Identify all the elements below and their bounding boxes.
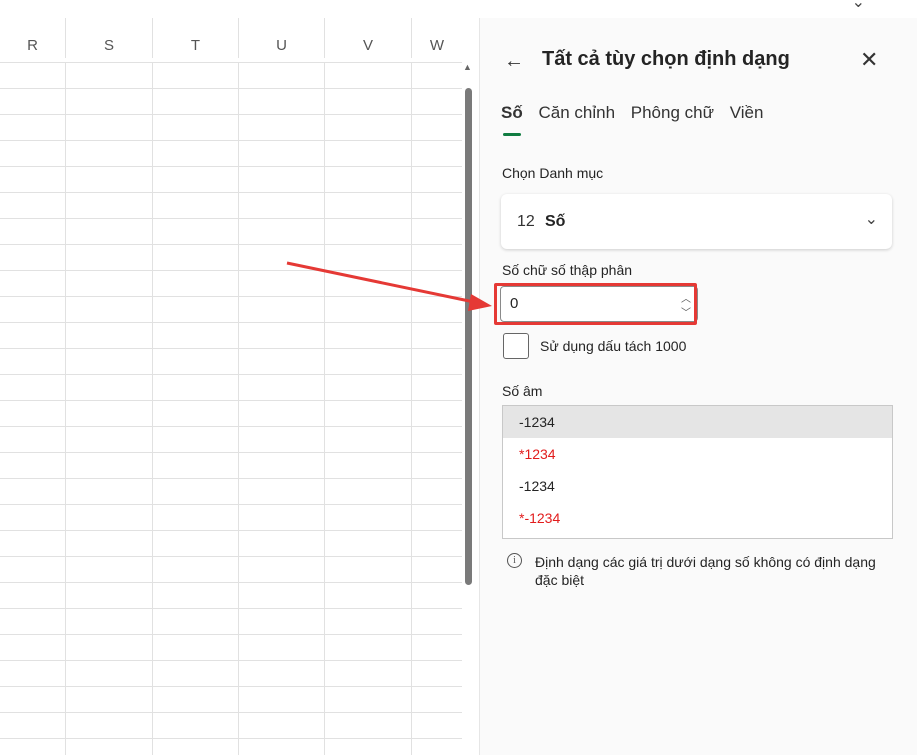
column-header-r[interactable]: R [0, 18, 66, 58]
tab-font[interactable]: Phông chữ [631, 103, 714, 123]
grid-line [0, 556, 462, 557]
number-format-icon: 12 [517, 213, 535, 230]
grid-line [0, 478, 462, 479]
format-description: Định dạng các giá trị dưới dạng số không… [535, 554, 876, 588]
thousands-separator-label[interactable]: Sử dụng dấu tách 1000 [540, 338, 686, 354]
grid-line [0, 608, 462, 609]
scroll-up-icon[interactable]: ▲ [463, 62, 472, 72]
category-label: Chọn Danh mục [502, 165, 604, 181]
chevron-down-icon: ⌄ [864, 211, 878, 228]
grid-line [0, 400, 462, 401]
chevron-down-icon[interactable]: ⌄ [852, 0, 865, 12]
active-tab-indicator [503, 133, 521, 136]
grid-line [0, 88, 462, 89]
grid-line [0, 322, 462, 323]
grid-line [0, 660, 462, 661]
grid-line [0, 504, 462, 505]
category-selected-value: Số [545, 213, 566, 230]
format-cells-pane: ← Tất cả tùy chọn định dạng ✕ Số Căn chỉ… [480, 18, 917, 755]
tab-alignment[interactable]: Căn chỉnh [538, 103, 615, 123]
grid-line [0, 114, 462, 115]
negative-numbers-label: Số âm [502, 383, 543, 399]
grid-line [0, 348, 462, 349]
grid-line [0, 738, 462, 739]
thousands-separator-checkbox[interactable] [503, 333, 529, 359]
format-tabs: Số Căn chỉnh Phông chữ Viền [501, 103, 774, 136]
list-item[interactable]: *1234 [503, 438, 892, 470]
list-item[interactable]: *-1234 [503, 502, 892, 534]
grid-line [0, 62, 462, 63]
pane-title: Tất cả tùy chọn định dạng [542, 48, 790, 70]
grid-line [0, 270, 462, 271]
tab-label: Số [501, 103, 523, 122]
decimal-places-label: Số chữ số thập phân [502, 262, 633, 278]
grid-line [0, 686, 462, 687]
column-header-t[interactable]: T [153, 18, 239, 58]
column-header-v[interactable]: V [325, 18, 412, 58]
column-headers: R S T U V W [0, 18, 462, 58]
cell-grid[interactable] [0, 62, 462, 755]
tab-border[interactable]: Viền [730, 103, 764, 123]
grid-line [0, 166, 462, 167]
grid-line [0, 582, 462, 583]
grid-line [0, 244, 462, 245]
grid-line [0, 140, 462, 141]
column-header-w[interactable]: W [412, 18, 462, 58]
scrollbar-thumb[interactable] [465, 88, 472, 585]
grid-line [0, 452, 462, 453]
list-item[interactable]: -1234 [503, 406, 892, 438]
close-icon[interactable]: ✕ [860, 47, 878, 73]
grid-line [0, 426, 462, 427]
column-header-u[interactable]: U [239, 18, 325, 58]
top-strip: ⌄ [0, 0, 917, 18]
highlight-box [494, 283, 697, 325]
column-header-s[interactable]: S [66, 18, 153, 58]
grid-line [0, 634, 462, 635]
grid-line [0, 218, 462, 219]
grid-line [0, 530, 462, 531]
grid-line [0, 192, 462, 193]
grid-line [0, 374, 462, 375]
back-arrow-icon[interactable]: ← [504, 50, 524, 73]
info-icon: i [507, 553, 522, 568]
negative-numbers-list[interactable]: -1234 *1234 -1234 *-1234 [502, 405, 893, 539]
list-item[interactable]: -1234 [503, 470, 892, 502]
grid-line [0, 296, 462, 297]
tab-number[interactable]: Số [501, 103, 523, 136]
grid-line [0, 712, 462, 713]
category-dropdown[interactable]: 12 Số ⌄ [501, 194, 892, 249]
